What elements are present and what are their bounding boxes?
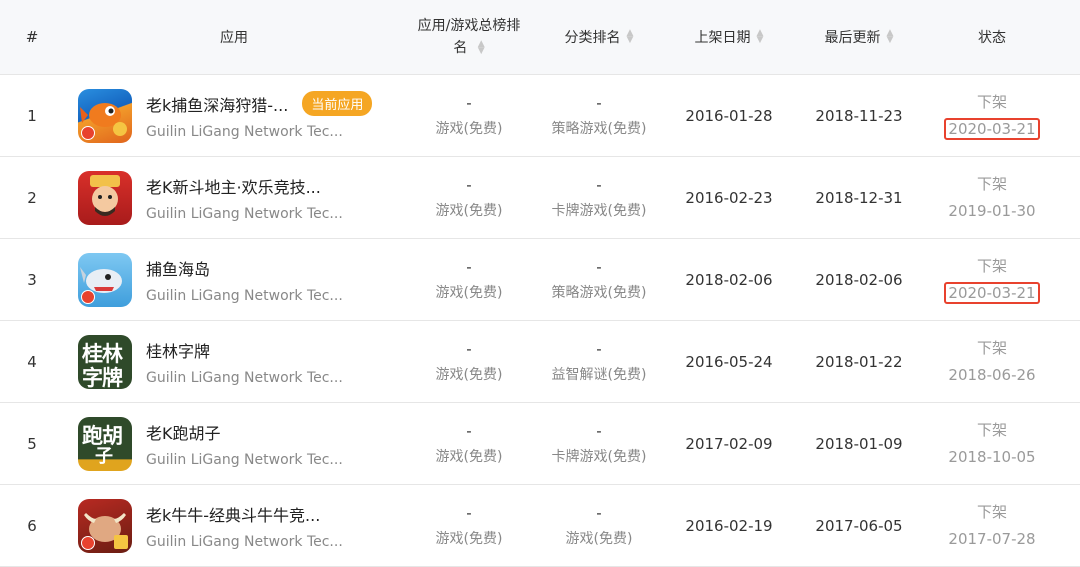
paohuzi-icon[interactable]: 跑胡 子 [78,416,132,471]
status-date: 2017-07-28 [948,530,1036,548]
app-developer: Guilin LiGang Network Tec... [146,287,343,304]
app-developer: Guilin LiGang Network Tec... [146,369,343,386]
sort-updown-icon[interactable]: ▲ ▼ [757,29,764,45]
table-row[interactable]: 3 捕鱼海岛 Guilin LiGang Network Tec... - 游戏… [0,239,1080,321]
sort-updown-icon[interactable]: ▲ ▼ [887,29,894,45]
total-rank-cell: - 游戏(免费) [435,175,503,219]
table-row[interactable]: 6 老k牛牛-经典斗牛牛竞... Guilin LiGang Network T… [0,485,1080,567]
row-index: 5 [27,434,37,453]
app-name[interactable]: 桂林字牌 [146,338,343,362]
total-rank-cell: - 游戏(免费) [435,503,503,547]
app-cell[interactable]: 老k捕鱼深海狩猎-... 当前应用 Guilin LiGang Network … [64,75,404,156]
current-app-badge: 当前应用 [302,91,373,116]
app-name[interactable]: 老K跑胡子 [146,420,343,444]
header-category-rank[interactable]: 分类排名 ▲ ▼ [534,0,664,74]
category-rank-cell: - 策略游戏(免费) [551,93,647,137]
last-update: 2018-02-06 [815,270,903,289]
app-name[interactable]: 老K新斗地主·欢乐竞技... [146,174,343,198]
fish-game-icon[interactable] [78,88,132,143]
app-rank-table: # 应用 应用/游戏总榜排名 ▲ ▼ 分类排名 ▲ ▼ 上架日期 ▲ ▼ 最后更新 ▲… [0,0,1080,567]
release-date: 2016-02-19 [685,516,773,535]
guilin-zipai-icon[interactable]: 桂林 字牌 [78,334,132,389]
brand-k-icon [81,535,95,550]
sort-updown-icon[interactable]: ▲ ▼ [478,40,485,56]
status-date: 2018-06-26 [948,366,1036,384]
status-cell: 下架 2018-10-05 [924,403,1060,484]
release-date: 2016-02-23 [685,188,773,207]
header-index: # [25,28,39,46]
header-status: 状态 [978,30,1006,46]
status-cell: 下架 2020-03-21 [924,239,1060,320]
app-developer: Guilin LiGang Network Tec... [146,124,343,140]
header-total-rank[interactable]: 应用/游戏总榜排名 ▲ ▼ [404,0,534,74]
shark-game-icon[interactable] [78,252,132,307]
app-cell[interactable]: 跑胡 子 老K跑胡子 Guilin LiGang Network Tec... [64,403,404,484]
status-cell: 下架 2019-01-30 [924,157,1060,238]
app-name[interactable]: 捕鱼海岛 [146,256,343,280]
status-label: 下架 [976,339,1007,357]
last-update: 2017-06-05 [815,516,903,535]
app-cell[interactable]: 桂林 字牌 桂林字牌 Guilin LiGang Network Tec... [64,321,404,402]
table-row[interactable]: 2 老K新斗地主·欢乐竞技... Guilin LiGang Network T… [0,157,1080,239]
landlord-game-icon[interactable] [78,170,132,225]
status-date: 2019-01-30 [948,202,1036,220]
category-rank-cell: - 卡牌游戏(免费) [551,175,647,219]
status-date: 2018-10-05 [948,448,1036,466]
brand-k-icon [81,125,95,140]
status-date-highlighted: 2020-03-21 [944,282,1040,304]
header-release-date[interactable]: 上架日期 ▲ ▼ [664,0,794,74]
category-rank-cell: - 策略游戏(免费) [551,257,647,301]
header-last-update[interactable]: 最后更新 ▲ ▼ [794,0,924,74]
niuniu-game-icon[interactable] [78,498,132,553]
app-developer: Guilin LiGang Network Tec... [146,205,343,222]
app-name[interactable]: 老k捕鱼深海狩猎-... [146,92,288,116]
last-update: 2018-11-23 [815,106,903,125]
status-label: 下架 [976,503,1007,521]
app-cell[interactable]: 老k牛牛-经典斗牛牛竞... Guilin LiGang Network Tec… [64,485,404,566]
row-index: 6 [27,516,37,535]
status-cell: 下架 2020-03-21 [924,75,1060,156]
app-developer: Guilin LiGang Network Tec... [146,533,343,550]
release-date: 2016-01-28 [685,106,773,125]
release-date: 2017-02-09 [685,434,773,453]
app-developer: Guilin LiGang Network Tec... [146,451,343,468]
app-cell[interactable]: 捕鱼海岛 Guilin LiGang Network Tec... [64,239,404,320]
category-rank-cell: - 卡牌游戏(免费) [551,421,647,465]
last-update: 2018-01-22 [815,352,903,371]
status-date-highlighted: 2020-03-21 [944,118,1040,140]
status-label: 下架 [976,421,1007,439]
brand-k-icon [81,289,95,304]
release-date: 2016-05-24 [685,352,773,371]
row-index: 2 [27,188,37,207]
last-update: 2018-01-09 [815,434,903,453]
total-rank-cell: - 游戏(免费) [435,257,503,301]
release-date: 2018-02-06 [685,270,773,289]
status-label: 下架 [976,257,1007,275]
last-update: 2018-12-31 [815,188,903,207]
total-rank-cell: - 游戏(免费) [435,93,503,137]
row-index: 1 [27,106,37,125]
status-label: 下架 [976,175,1007,193]
status-label: 下架 [976,93,1007,111]
table-row[interactable]: 4 桂林 字牌 桂林字牌 Guilin LiGang Network Tec..… [0,321,1080,403]
table-header: # 应用 应用/游戏总榜排名 ▲ ▼ 分类排名 ▲ ▼ 上架日期 ▲ ▼ 最后更新 ▲… [0,0,1080,75]
app-name[interactable]: 老k牛牛-经典斗牛牛竞... [146,502,343,526]
category-rank-cell: - 益智解谜(免费) [551,339,647,383]
category-rank-cell: - 游戏(免费) [565,503,633,547]
table-row[interactable]: 1 老k捕鱼深海狩猎-... 当前应用 Guilin LiGang Networ… [0,75,1080,157]
table-row[interactable]: 5 跑胡 子 老K跑胡子 Guilin LiGang Network Tec..… [0,403,1080,485]
sort-updown-icon[interactable]: ▲ ▼ [627,29,634,45]
app-cell[interactable]: 老K新斗地主·欢乐竞技... Guilin LiGang Network Tec… [64,157,404,238]
status-cell: 下架 2018-06-26 [924,321,1060,402]
header-app: 应用 [220,30,248,46]
total-rank-cell: - 游戏(免费) [435,421,503,465]
status-cell: 下架 2017-07-28 [924,485,1060,566]
row-index: 4 [27,352,37,371]
total-rank-cell: - 游戏(免费) [435,339,503,383]
row-index: 3 [27,270,37,289]
